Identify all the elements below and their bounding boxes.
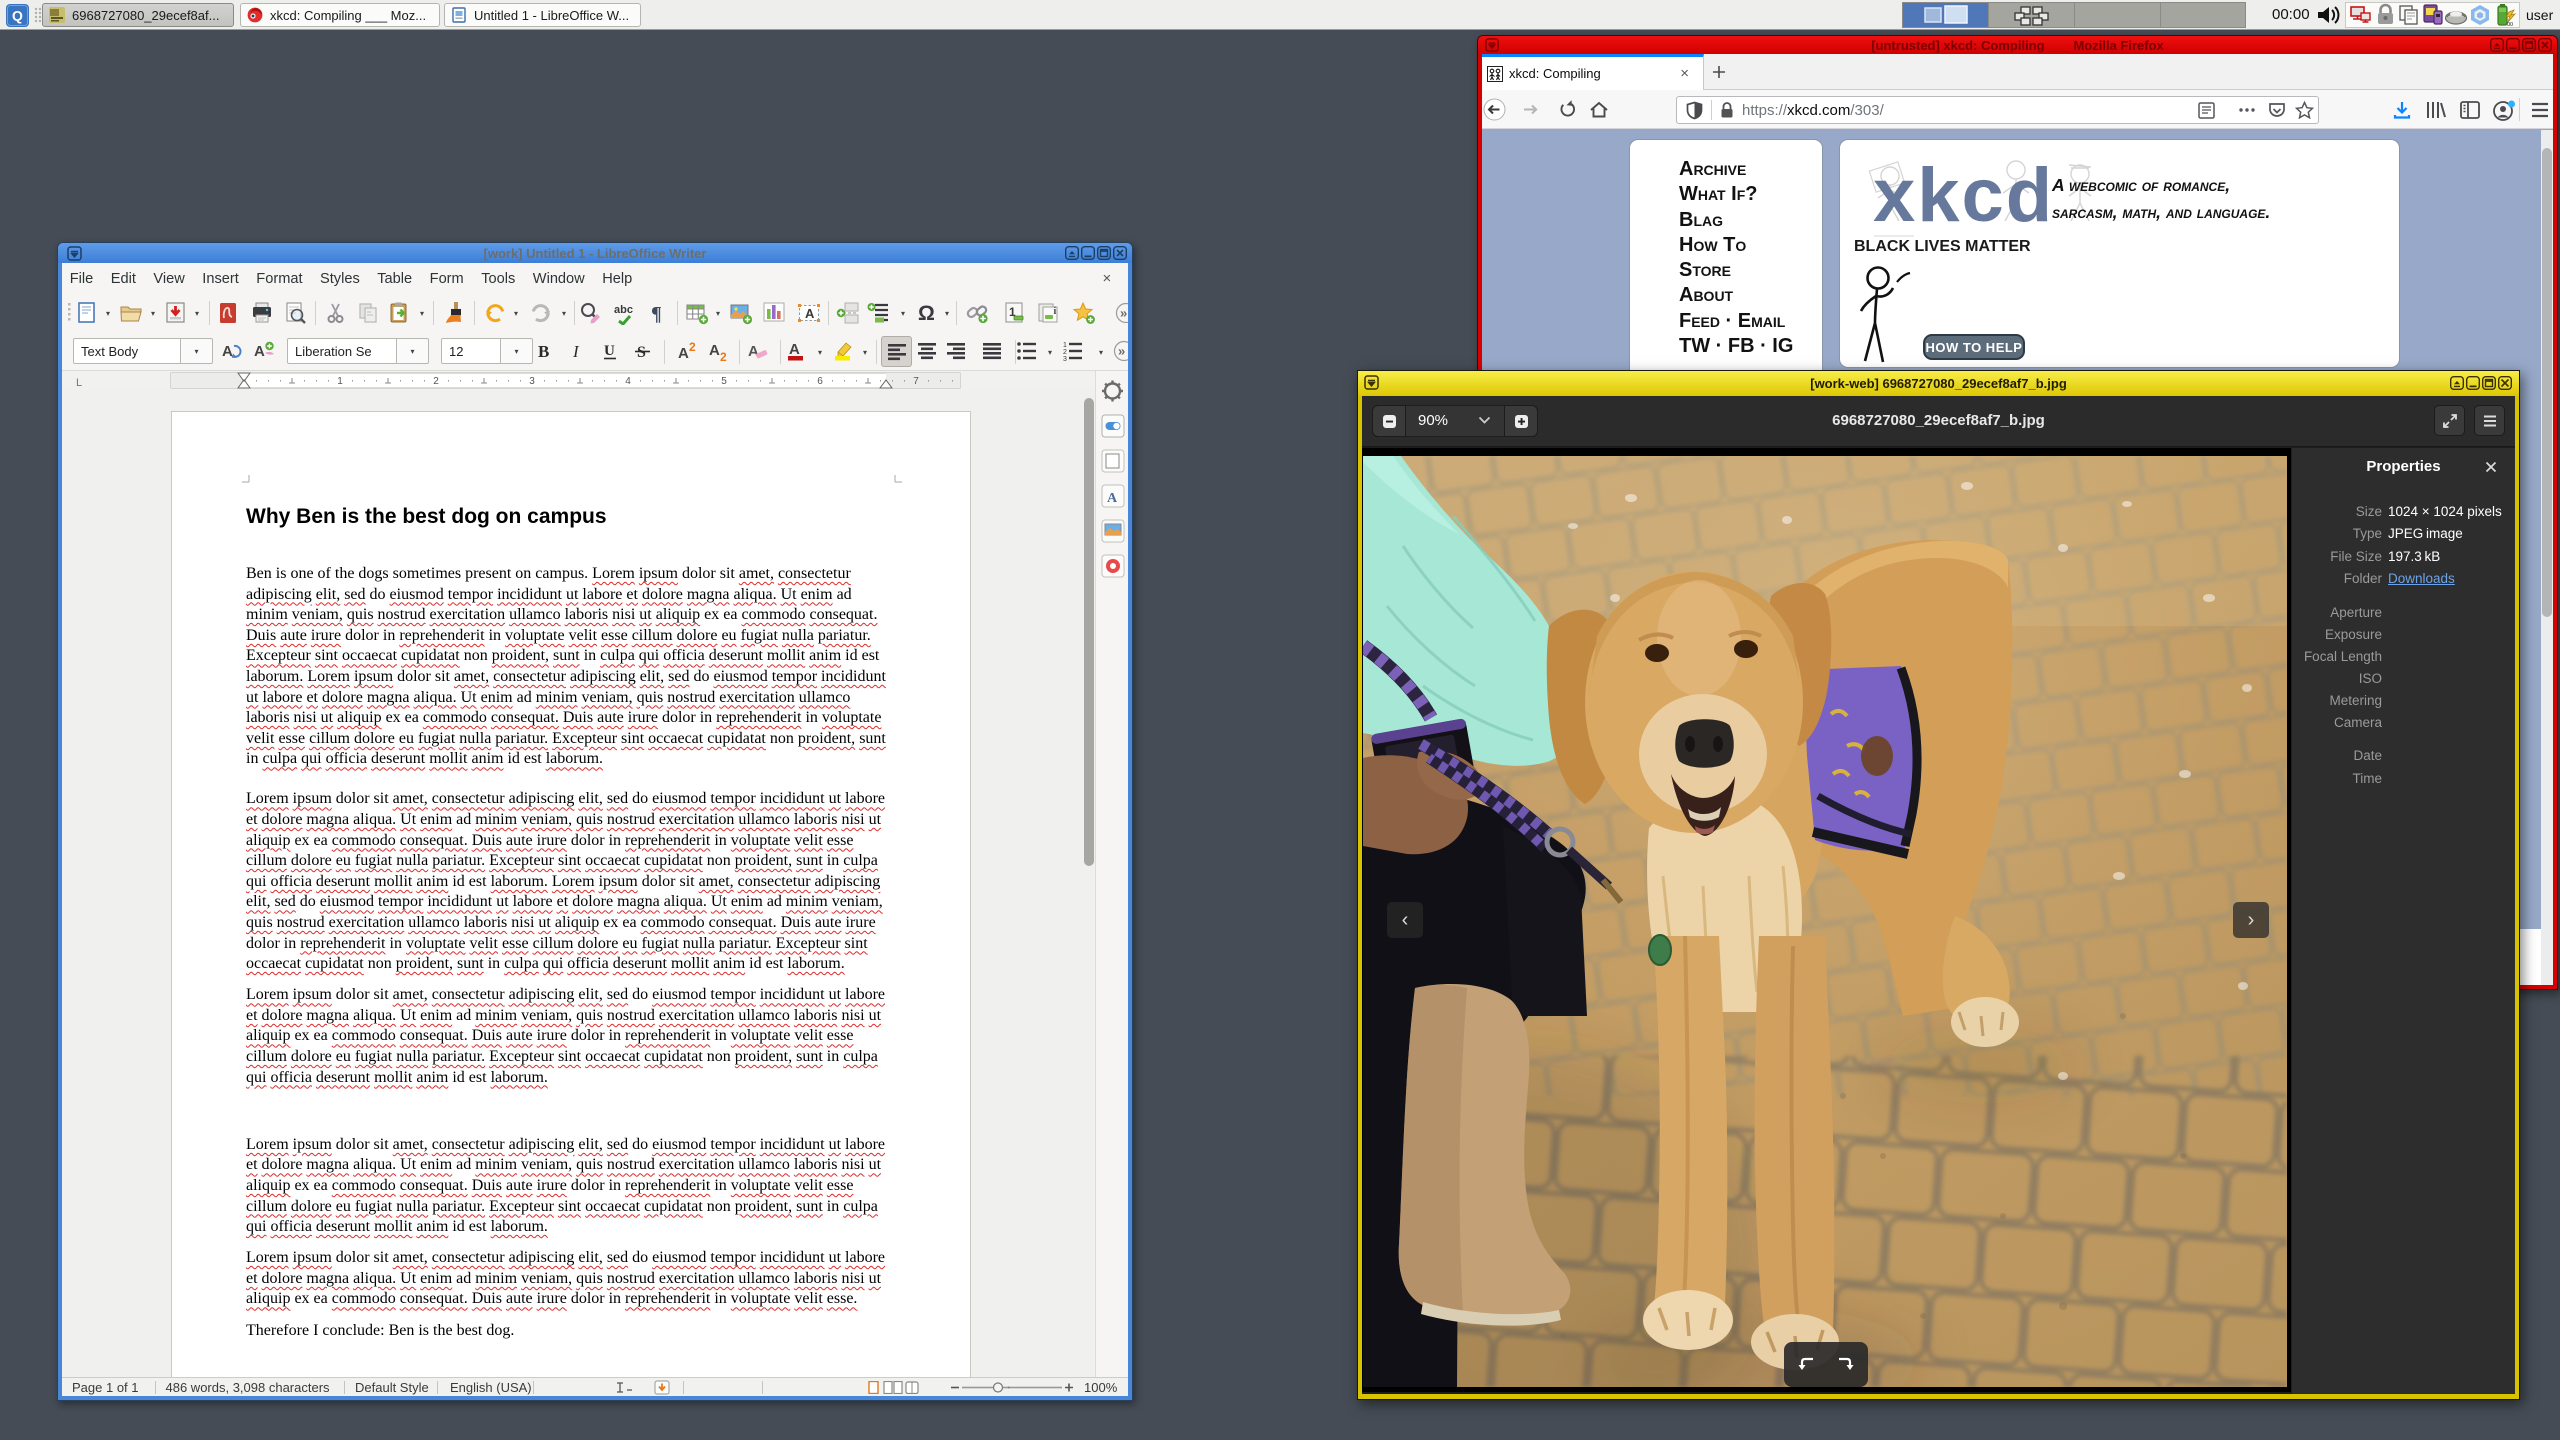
svg-text:I: I [572,342,580,361]
svg-text:i: i [1054,306,1057,317]
svg-text:»: » [1120,306,1127,321]
svg-text:»: » [1118,344,1125,359]
svg-text:3: 3 [1063,356,1067,363]
svg-text:S: S [637,344,646,361]
svg-text:2: 2 [720,350,727,363]
svg-text:1: 1 [337,376,343,387]
svg-text:6: 6 [817,376,823,387]
svg-text:3: 3 [529,376,535,387]
svg-text:A: A [254,343,265,360]
svg-text:1: 1 [1063,342,1067,349]
svg-text:A: A [805,306,815,321]
svg-text:U: U [604,343,615,359]
svg-text:A: A [709,342,720,359]
svg-text:A: A [1107,491,1118,506]
svg-text:L: L [76,377,82,389]
svg-text:2: 2 [689,340,696,354]
svg-text:00: 00 [2507,22,2513,28]
svg-text:7: 7 [913,376,919,387]
svg-text:¶: ¶ [651,303,662,325]
svg-text:A: A [222,343,233,360]
svg-text:2: 2 [1063,349,1067,356]
svg-text:A: A [678,345,689,362]
svg-text:4: 4 [625,376,631,387]
svg-text:2: 2 [433,376,439,387]
svg-text:A: A [789,341,800,358]
svg-text:5: 5 [721,376,727,387]
svg-text:abc: abc [614,304,633,316]
svg-text:Ω: Ω [918,302,935,325]
svg-text:Q: Q [12,8,23,24]
svg-text:B: B [538,342,549,361]
